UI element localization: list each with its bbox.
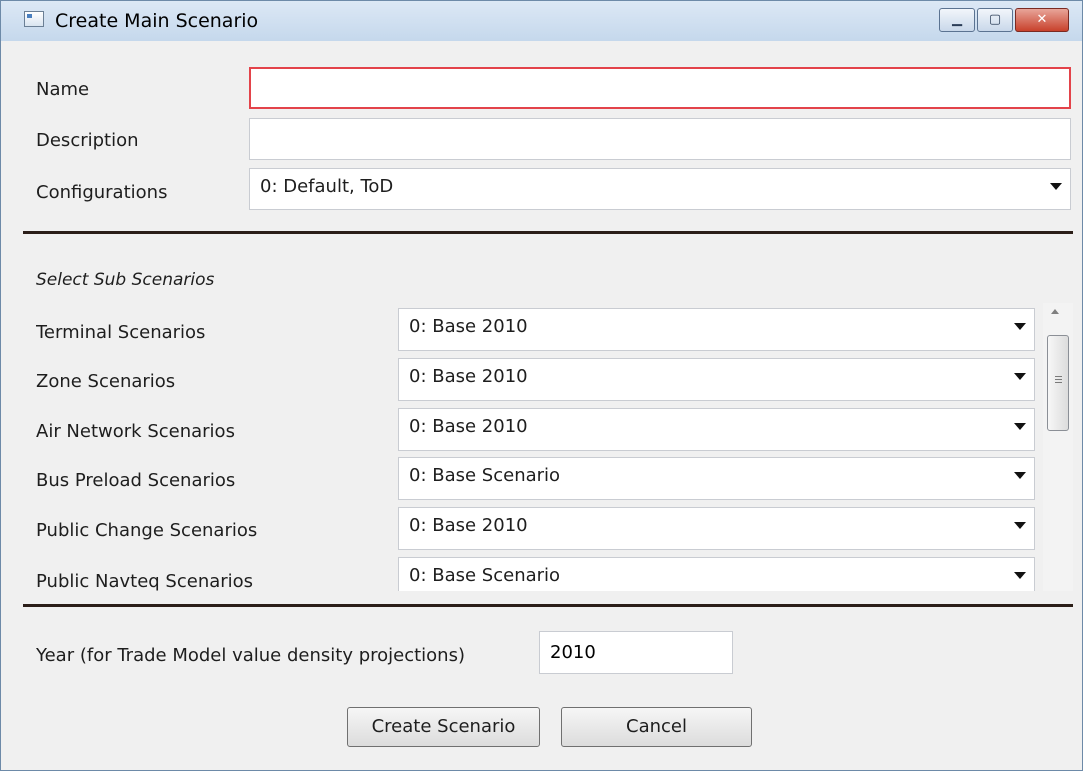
chevron-down-icon — [1014, 423, 1026, 430]
zone-scenarios-dropdown[interactable]: 0: Base 2010 — [398, 358, 1035, 401]
dropdown-value: 0: Base 2010 — [409, 366, 528, 387]
cancel-button[interactable]: Cancel — [561, 707, 752, 747]
minimize-icon: ▁ — [952, 12, 962, 27]
maximize-button[interactable]: ▢ — [977, 8, 1013, 32]
sub-scenario-label: Zone Scenarios — [36, 371, 176, 392]
divider-bottom — [23, 604, 1073, 607]
close-button[interactable]: ✕ — [1015, 8, 1069, 32]
grip-icon — [1055, 376, 1062, 377]
sub-scenario-label: Terminal Scenarios — [36, 322, 206, 343]
chevron-down-icon — [1014, 373, 1026, 380]
sub-scenario-label: Public Change Scenarios — [36, 520, 258, 541]
configurations-selected: 0: Default, ToD — [260, 176, 394, 197]
scrollbar-thumb[interactable] — [1047, 335, 1069, 431]
sub-scenario-label: Public Navteq Scenarios — [36, 571, 254, 591]
dropdown-value: 0: Base 2010 — [409, 316, 528, 337]
sub-scenarios-heading: Select Sub Scenarios — [36, 270, 215, 290]
description-label: Description — [36, 130, 139, 151]
configurations-dropdown[interactable]: 0: Default, ToD — [249, 168, 1071, 210]
public-navteq-scenarios-dropdown[interactable]: 0: Base Scenario — [398, 557, 1035, 591]
terminal-scenarios-dropdown[interactable]: 0: Base 2010 — [398, 308, 1035, 351]
create-scenario-button[interactable]: Create Scenario — [347, 707, 540, 747]
chevron-down-icon — [1014, 472, 1026, 479]
bus-preload-scenarios-dropdown[interactable]: 0: Base Scenario — [398, 457, 1035, 500]
year-input[interactable] — [539, 631, 733, 674]
close-icon: ✕ — [1036, 12, 1048, 27]
air-network-scenarios-dropdown[interactable]: 0: Base 2010 — [398, 408, 1035, 451]
sub-scenarios-list[interactable]: Terminal Scenarios 0: Base 2010 Zone Sce… — [36, 303, 1075, 591]
configurations-label: Configurations — [36, 182, 168, 203]
divider-top — [23, 231, 1073, 234]
vertical-scrollbar[interactable] — [1043, 303, 1073, 591]
maximize-icon: ▢ — [988, 12, 1002, 27]
chevron-down-icon — [1014, 572, 1026, 579]
window-app-icon — [24, 11, 44, 27]
name-label: Name — [36, 79, 90, 100]
chevron-down-icon — [1014, 522, 1026, 529]
description-input[interactable] — [249, 118, 1071, 160]
public-change-scenarios-dropdown[interactable]: 0: Base 2010 — [398, 507, 1035, 550]
chevron-down-icon — [1014, 323, 1026, 330]
chevron-down-icon — [1050, 183, 1062, 190]
scroll-up-icon[interactable] — [1051, 309, 1059, 314]
name-input[interactable] — [249, 67, 1071, 109]
dropdown-value: 0: Base 2010 — [409, 416, 528, 437]
year-label: Year (for Trade Model value density proj… — [36, 645, 465, 666]
sub-scenario-label: Air Network Scenarios — [36, 421, 235, 442]
minimize-button[interactable]: ▁ — [939, 8, 975, 32]
window-title: Create Main Scenario — [55, 10, 259, 32]
dropdown-value: 0: Base 2010 — [409, 515, 528, 536]
dropdown-value: 0: Base Scenario — [409, 565, 561, 586]
title-bar[interactable]: Create Main Scenario ▁ ▢ ✕ — [1, 1, 1082, 41]
dropdown-value: 0: Base Scenario — [409, 465, 561, 486]
sub-scenario-label: Bus Preload Scenarios — [36, 470, 236, 491]
